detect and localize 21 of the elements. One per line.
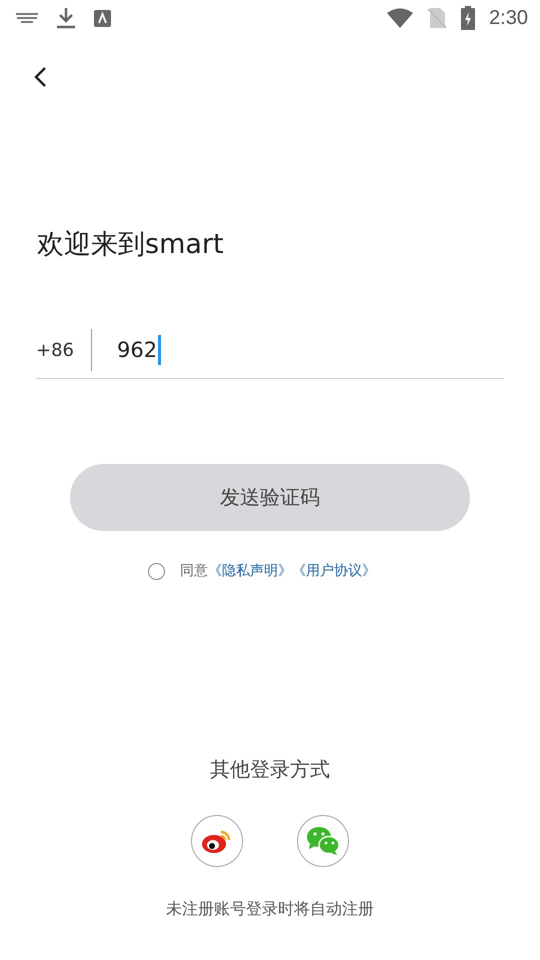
battery-charging-icon	[461, 6, 476, 30]
agree-radio[interactable]	[148, 562, 165, 580]
agreement-link[interactable]: 《用户协议》	[292, 562, 376, 580]
keyboard-icon	[16, 12, 38, 24]
send-code-button[interactable]: 发送验证码	[70, 464, 470, 531]
phone-input[interactable]: 962	[117, 335, 162, 365]
other-login-heading: 其他登录方式	[210, 756, 330, 783]
back-icon[interactable]	[33, 66, 47, 88]
phone-field[interactable]: +86 962	[36, 322, 504, 379]
download-icon	[56, 7, 76, 29]
auto-register-note: 未注册账号登录时将自动注册	[166, 899, 374, 920]
wechat-login-button[interactable]	[297, 815, 349, 867]
country-code[interactable]: +86	[36, 340, 91, 360]
agreement-link[interactable]: 《隐私声明》	[208, 562, 292, 580]
welcome-title: 欢迎来到smart	[37, 228, 225, 262]
no-sim-icon	[427, 7, 448, 29]
wifi-icon	[387, 8, 414, 28]
chat-bubbles-icon	[306, 826, 340, 856]
agreement-text: 同意	[180, 562, 208, 580]
status-time: 2:30	[489, 6, 528, 30]
app-notification-icon	[94, 10, 111, 26]
